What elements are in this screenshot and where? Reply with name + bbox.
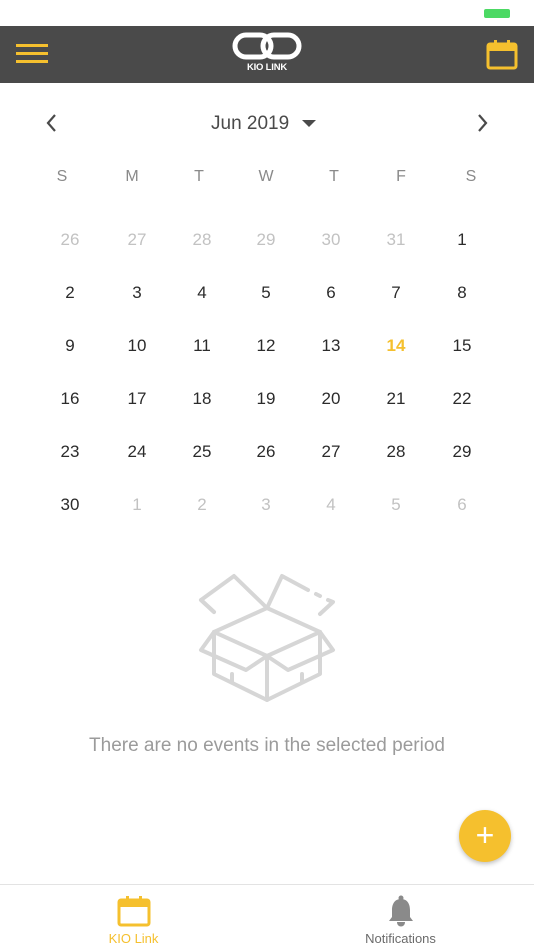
- calendar-day[interactable]: 7: [371, 273, 421, 313]
- next-month-button[interactable]: [470, 110, 494, 136]
- calendar-day[interactable]: 15: [437, 326, 487, 366]
- calendar-day[interactable]: 31: [371, 220, 421, 260]
- tab-label: KIO Link: [108, 931, 159, 946]
- calendar-icon: [117, 896, 151, 927]
- calendar-day[interactable]: 30: [45, 485, 95, 525]
- calendar-day[interactable]: 4: [306, 485, 356, 525]
- calendar-day[interactable]: 1: [437, 220, 487, 260]
- chevron-left-icon: [46, 114, 56, 132]
- tab-bar: KIO Link Notifications: [0, 884, 534, 950]
- calendar-day[interactable]: 5: [371, 485, 421, 525]
- tab-label: Notifications: [365, 931, 436, 946]
- calendar-day[interactable]: 6: [306, 273, 356, 313]
- weekday-label: S: [56, 168, 68, 185]
- tab-notifications[interactable]: Notifications: [267, 885, 534, 950]
- month-navigation: Jun 2019: [0, 100, 534, 146]
- plus-icon: +: [475, 817, 495, 853]
- tab-kio-link[interactable]: KIO Link: [0, 885, 267, 950]
- calendar-day[interactable]: 23: [45, 432, 95, 472]
- calendar-day[interactable]: 18: [177, 379, 227, 419]
- calendar-icon: [486, 40, 518, 70]
- calendar-day[interactable]: 21: [371, 379, 421, 419]
- calendar-day[interactable]: 9: [45, 326, 95, 366]
- hamburger-menu-icon: [16, 44, 48, 63]
- calendar-day[interactable]: 16: [45, 379, 95, 419]
- calendar-day[interactable]: 26: [241, 432, 291, 472]
- empty-state-message: There are no events in the selected peri…: [89, 735, 445, 756]
- bell-icon: [389, 895, 413, 927]
- weekday-label: W: [258, 168, 274, 185]
- month-selector[interactable]: Jun 2019: [196, 108, 338, 138]
- calendar-day[interactable]: 4: [177, 273, 227, 313]
- menu-button[interactable]: [15, 42, 49, 66]
- calendar-day[interactable]: 24: [112, 432, 162, 472]
- calendar-grid: 26 27 28 29 30 31 1 2 3 4 5 6 7 8 9 10 11 12 13 14 15 16 17 18 1…: [0, 214, 534, 532]
- calendar-day-today[interactable]: 14: [371, 326, 421, 366]
- weekday-label: S: [465, 168, 477, 185]
- calendar-day[interactable]: 3: [112, 273, 162, 313]
- weekday-label: F: [396, 168, 406, 185]
- calendar-day[interactable]: 20: [306, 379, 356, 419]
- status-bar: [0, 0, 534, 26]
- calendar-day[interactable]: 22: [437, 379, 487, 419]
- weekday-label: M: [125, 168, 139, 185]
- calendar-day[interactable]: 26: [45, 220, 95, 260]
- calendar-day[interactable]: 2: [177, 485, 227, 525]
- calendar-day[interactable]: 5: [241, 273, 291, 313]
- battery-icon: [484, 9, 510, 18]
- calendar-day[interactable]: 12: [241, 326, 291, 366]
- calendar-day[interactable]: 27: [112, 220, 162, 260]
- calendar-day[interactable]: 3: [241, 485, 291, 525]
- weekday-label: T: [329, 168, 339, 185]
- calendar-day[interactable]: 17: [112, 379, 162, 419]
- logo-text: KIO LINK: [246, 62, 288, 73]
- calendar-day[interactable]: 6: [437, 485, 487, 525]
- calendar-day[interactable]: 28: [177, 220, 227, 260]
- previous-month-button[interactable]: [40, 110, 64, 136]
- month-label: Jun 2019: [211, 113, 290, 134]
- calendar-day[interactable]: 11: [177, 326, 227, 366]
- kio-link-logo: KIO LINK: [232, 31, 302, 77]
- calendar-button[interactable]: [486, 40, 518, 70]
- calendar-day[interactable]: 25: [177, 432, 227, 472]
- calendar-day[interactable]: 27: [306, 432, 356, 472]
- calendar-day[interactable]: 2: [45, 273, 95, 313]
- calendar-day[interactable]: 19: [241, 379, 291, 419]
- weekday-header: SMTWTFS: [0, 168, 534, 194]
- add-event-button[interactable]: +: [459, 810, 511, 862]
- calendar-day[interactable]: 29: [241, 220, 291, 260]
- calendar-day[interactable]: 13: [306, 326, 356, 366]
- calendar-day[interactable]: 30: [306, 220, 356, 260]
- empty-box-icon: [199, 574, 335, 702]
- calendar-day[interactable]: 1: [112, 485, 162, 525]
- calendar-day[interactable]: 28: [371, 432, 421, 472]
- calendar-day[interactable]: 29: [437, 432, 487, 472]
- caret-down-icon: [302, 120, 316, 127]
- empty-state: There are no events in the selected peri…: [0, 570, 534, 770]
- weekday-label: T: [194, 168, 204, 185]
- chevron-right-icon: [478, 114, 488, 132]
- app-header: KIO LINK: [0, 26, 534, 83]
- calendar-day[interactable]: 8: [437, 273, 487, 313]
- calendar-day[interactable]: 10: [112, 326, 162, 366]
- chain-link-icon: [232, 32, 302, 60]
